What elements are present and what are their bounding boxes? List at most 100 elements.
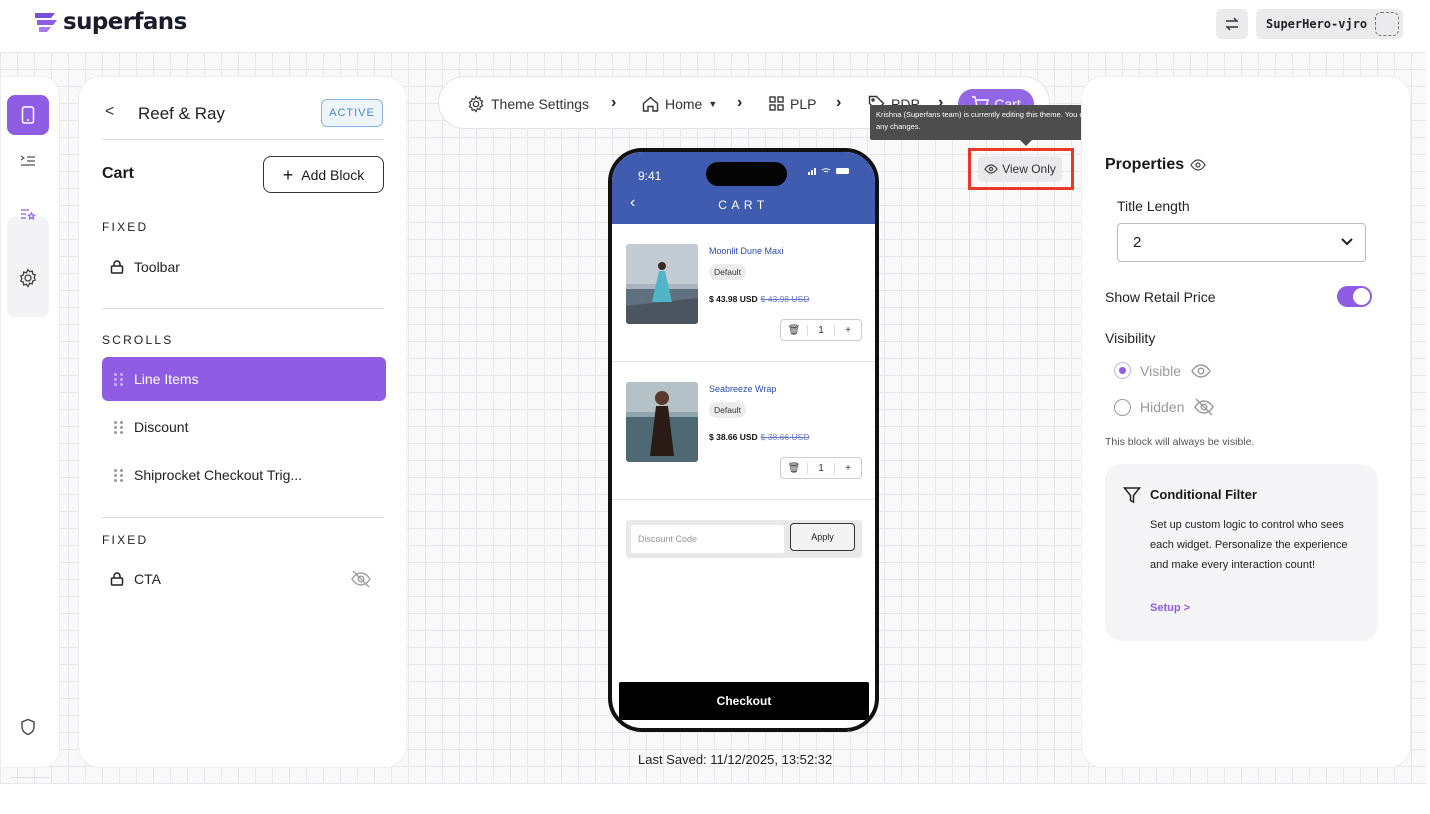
preview-title: CART	[718, 198, 769, 212]
drag-handle-icon[interactable]	[114, 371, 124, 387]
retail-price: $ 38.66 USD	[760, 432, 810, 442]
price: $ 43.98 USD $ 43.98 USD	[709, 294, 809, 304]
top-bar: superfans SuperHero-vjro	[0, 0, 1430, 52]
shield-icon	[21, 718, 35, 736]
current-price: $ 43.98 USD	[709, 294, 758, 304]
crumb-label: Theme Settings	[491, 95, 590, 112]
radio-selected-icon	[1114, 362, 1131, 379]
properties-label: Properties	[1105, 156, 1185, 173]
show-retail-price-toggle[interactable]	[1337, 286, 1372, 307]
user-name: SuperHero-vjro	[1266, 17, 1368, 31]
trash-icon[interactable]: 🗑	[781, 325, 807, 336]
plus-icon[interactable]: +	[834, 462, 861, 474]
eye-off-icon[interactable]	[350, 570, 372, 588]
grid-icon	[769, 96, 784, 111]
quantity-value: 1	[807, 462, 834, 474]
properties-title: Properties	[1105, 156, 1206, 174]
visibility-label: Visibility	[1105, 330, 1156, 346]
block-label: CTA	[134, 571, 161, 587]
discount-block: Discount Code Apply	[626, 520, 862, 558]
view-only-badge[interactable]: View Only	[978, 156, 1062, 182]
title-length-select[interactable]: 2	[1117, 223, 1366, 262]
block-label: Shiprocket Checkout Trig...	[134, 467, 303, 483]
crumb-theme-settings[interactable]: Theme Settings	[467, 77, 589, 130]
crumb-label: PLP	[790, 95, 817, 112]
block-label: Discount	[134, 419, 189, 435]
properties-panel: Properties Title Length 2 Show Retail Pr…	[1081, 76, 1411, 768]
product-name[interactable]: Seabreeze Wrap	[709, 384, 776, 394]
status-time: 9:41	[638, 169, 662, 183]
rail-blocks-button[interactable]	[7, 141, 49, 181]
add-block-button[interactable]: + Add Block	[263, 156, 384, 193]
eye-icon	[984, 164, 998, 174]
blocks-panel: < Reef & Ray ACTIVE Cart + Add Block FIX…	[78, 76, 407, 768]
retail-price: $ 43.98 USD	[760, 294, 810, 304]
status-badge: ACTIVE	[321, 99, 383, 127]
back-button[interactable]: <	[105, 103, 114, 121]
block-item-shiprocket[interactable]: Shiprocket Checkout Trig...	[102, 453, 386, 497]
chevron-right-icon: ›	[737, 94, 743, 111]
visibility-note: This block will always be visible.	[1105, 436, 1255, 448]
title-length-label: Title Length	[1117, 198, 1190, 214]
checkout-button[interactable]: Checkout	[619, 682, 869, 720]
apply-button[interactable]: Apply	[790, 523, 855, 551]
setup-link[interactable]: Setup >	[1150, 602, 1190, 614]
radio-label: Visible	[1140, 362, 1181, 379]
eye-icon	[1191, 363, 1211, 378]
crumb-plp[interactable]: PLP	[769, 77, 816, 130]
radio-label: Hidden	[1140, 399, 1185, 415]
block-label: Line Items	[134, 371, 199, 387]
drag-handle-icon[interactable]	[114, 467, 124, 483]
fixed-top-caption: FIXED	[102, 220, 149, 234]
crumb-label: Home	[665, 95, 703, 112]
section-title: Cart	[102, 165, 135, 182]
avatar	[1375, 12, 1400, 36]
rail-security-button[interactable]	[7, 707, 49, 747]
product-thumbnail	[626, 244, 698, 324]
eye-off-icon	[1194, 398, 1215, 416]
quantity-value: 1	[807, 324, 834, 336]
lock-icon	[110, 260, 124, 274]
product-thumbnail	[626, 382, 698, 462]
list-indent-icon	[20, 155, 35, 166]
price: $ 38.66 USD $ 38.66 USD	[709, 432, 809, 442]
current-price: $ 38.66 USD	[709, 432, 758, 442]
conditional-filter-title: Conditional Filter	[1150, 487, 1257, 502]
discount-code-input[interactable]: Discount Code	[631, 525, 784, 553]
conditional-filter-card: Conditional Filter Set up custom logic t…	[1105, 464, 1378, 641]
rail-divider	[11, 777, 49, 778]
quantity-stepper: 🗑 1 +	[780, 457, 862, 479]
gear-icon	[19, 268, 37, 288]
chevron-down-icon	[1341, 238, 1353, 246]
block-item-discount[interactable]: Discount	[102, 405, 386, 449]
store-name: Reef & Ray	[138, 104, 225, 123]
rail-settings-button[interactable]	[7, 258, 49, 298]
superfans-logo[interactable]: superfans	[33, 9, 187, 35]
preview-header: 9:41 ‹ CART	[612, 152, 875, 224]
divider	[102, 308, 384, 309]
last-saved: Last Saved: 11/12/2025, 13:52:32	[638, 752, 833, 767]
block-item-cta[interactable]: CTA	[102, 557, 386, 601]
product-name[interactable]: Moonlit Dune Maxi	[709, 246, 784, 256]
visible-radio[interactable]: Visible	[1114, 362, 1212, 379]
block-item-line-items[interactable]: Line Items	[102, 357, 386, 401]
rail-device-button[interactable]	[7, 95, 49, 135]
variant-badge: Default	[709, 402, 746, 418]
chevron-right-icon: ›	[611, 94, 617, 111]
select-value: 2	[1133, 234, 1142, 251]
block-item-toolbar[interactable]: Toolbar	[102, 245, 386, 289]
quantity-stepper: 🗑 1 +	[780, 319, 862, 341]
hidden-radio[interactable]: Hidden	[1114, 398, 1215, 416]
plus-icon[interactable]: +	[834, 324, 861, 336]
chevron-right-icon: ›	[836, 94, 842, 111]
trash-icon[interactable]: 🗑	[781, 463, 807, 474]
switch-store-button[interactable]	[1216, 9, 1248, 39]
rail-starred-button[interactable]	[7, 195, 49, 235]
crumb-home[interactable]: Home ▼	[642, 77, 717, 130]
logo-icon	[35, 13, 57, 32]
logo-text: superfans	[63, 9, 187, 35]
scrolls-caption: SCROLLS	[102, 333, 174, 347]
user-menu[interactable]: SuperHero-vjro	[1256, 9, 1403, 39]
divider	[102, 139, 384, 140]
drag-handle-icon[interactable]	[114, 419, 124, 435]
